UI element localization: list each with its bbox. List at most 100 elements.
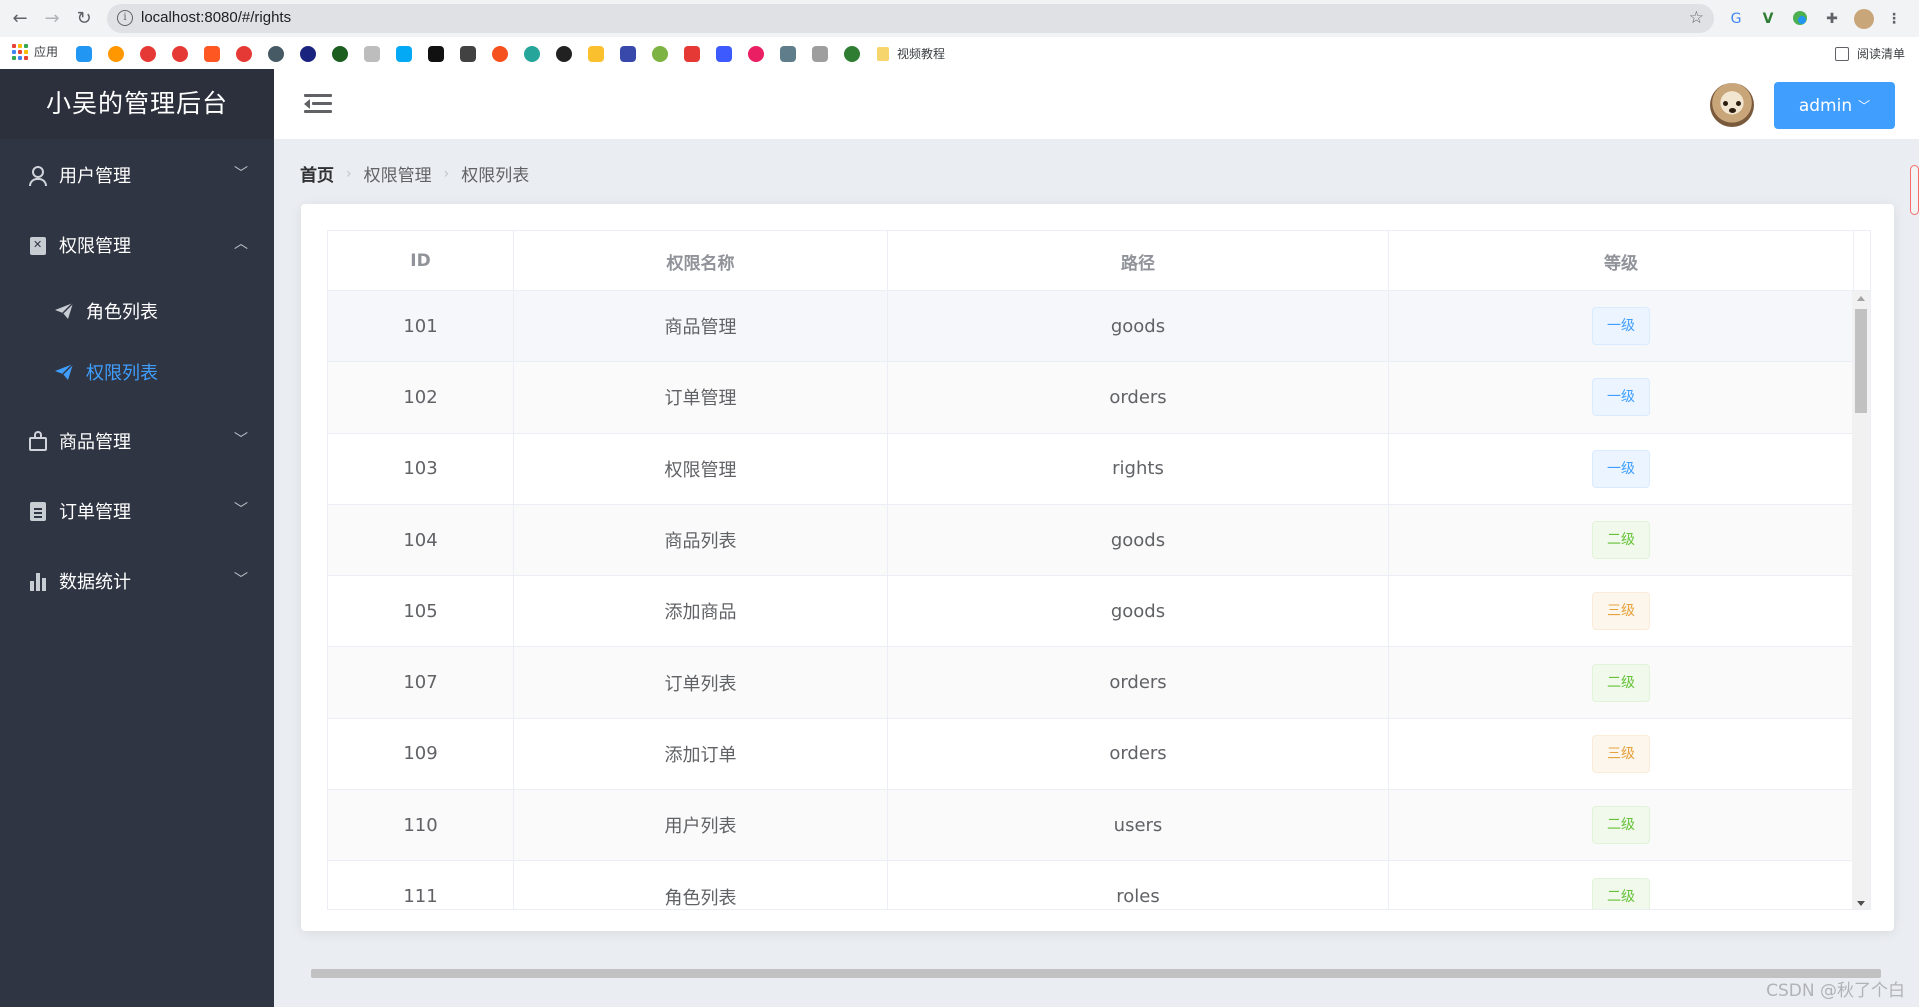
cell-level: 三级 — [1389, 576, 1854, 647]
horizontal-scrollbar[interactable] — [301, 966, 1894, 980]
breadcrumb-item: 权限管理 — [363, 166, 432, 186]
bookmark-icon[interactable] — [428, 46, 444, 62]
chevron-down-icon: ﹀ — [1858, 99, 1871, 113]
cell-name: 添加订单 — [514, 718, 888, 790]
cell-path: orders — [888, 362, 1389, 433]
site-info-icon[interactable]: i — [117, 10, 133, 26]
rights-card: ID 权限名称 路径 等级 101 商品管理 goods 一级 102 订单管理 order… — [301, 204, 1894, 931]
address-url[interactable]: localhost:8080/#/rights — [141, 9, 291, 26]
cell-path: roles — [888, 861, 1389, 909]
chevron-down-icon: ﹀ — [234, 572, 248, 588]
cell-path: orders — [888, 718, 1389, 790]
bookmark-icon[interactable] — [332, 46, 348, 62]
profile-avatar-icon[interactable] — [1854, 9, 1874, 29]
bookmark-icon[interactable] — [460, 46, 476, 62]
bookmark-icon[interactable] — [620, 46, 636, 62]
submenu-rights-list[interactable]: 权限列表 — [0, 344, 274, 400]
table-row[interactable]: 101 商品管理 goods 一级 — [328, 291, 1854, 363]
translate-extension-icon[interactable]: G — [1726, 9, 1746, 29]
apps-shortcut[interactable]: 应用 — [12, 43, 58, 60]
bookmark-icon[interactable] — [716, 46, 732, 62]
back-icon[interactable]: ← — [8, 7, 32, 31]
bookmark-icon[interactable] — [588, 46, 604, 62]
bookmark-icon[interactable] — [268, 46, 284, 62]
github-bookmark-icon[interactable] — [556, 46, 572, 62]
bookmark-icon[interactable] — [684, 46, 700, 62]
table-row[interactable]: 109 添加订单 orders 三级 — [328, 718, 1854, 791]
apps-label: 应用 — [34, 45, 59, 59]
bookmark-icon[interactable] — [172, 46, 188, 62]
menu-user-management[interactable]: 用户管理 ﹀ — [0, 147, 274, 203]
rights-table: ID 权限名称 路径 等级 101 商品管理 goods 一级 102 订单管理 order… — [327, 230, 1871, 910]
column-header-gutter — [1854, 231, 1870, 291]
scroll-up-arrow-icon[interactable] — [1857, 296, 1865, 301]
bookmark-icon[interactable] — [844, 46, 860, 62]
bookmark-icon[interactable] — [300, 46, 316, 62]
reading-list[interactable]: 阅读清单 — [1834, 45, 1905, 62]
table-row[interactable]: 110 用户列表 users 二级 — [328, 790, 1854, 862]
weibo-bookmark-icon[interactable] — [236, 46, 252, 62]
browser-menu-icon[interactable]: ⋮ — [1884, 9, 1904, 29]
forward-icon[interactable]: → — [40, 7, 64, 31]
watermark: CSDN @秋了个白 — [1766, 981, 1905, 1001]
breadcrumb-separator-icon: › — [346, 165, 352, 182]
scroll-down-arrow-icon[interactable] — [1857, 901, 1865, 906]
cell-path: goods — [888, 291, 1389, 362]
menu-order-management[interactable]: 订单管理 ﹀ — [0, 483, 274, 539]
table-row[interactable]: 103 权限管理 rights 一级 — [328, 433, 1854, 505]
table-row[interactable]: 107 订单列表 orders 二级 — [328, 647, 1854, 719]
breadcrumb-item: 权限列表 — [461, 166, 530, 186]
cell-id: 110 — [328, 790, 514, 861]
bookmark-icon[interactable] — [108, 46, 124, 62]
cell-level: 三级 — [1389, 718, 1854, 790]
collapse-menu-icon[interactable] — [304, 94, 332, 114]
reading-list-label: 阅读清单 — [1856, 47, 1905, 61]
page-scrollbar[interactable] — [1910, 165, 1919, 215]
chevron-down-icon: ﹀ — [234, 502, 248, 518]
home-bookmark-icon[interactable] — [364, 46, 380, 62]
table-vertical-scrollbar[interactable] — [1852, 291, 1870, 909]
globe-extension-icon[interactable] — [1790, 9, 1810, 29]
level-tag: 二级 — [1592, 806, 1650, 845]
bookmark-icon[interactable] — [524, 46, 540, 62]
bookmark-icon[interactable] — [748, 46, 764, 62]
extensions-puzzle-icon[interactable]: ✚ — [1822, 9, 1842, 29]
sidebar: 小吴的管理后台 用户管理 ﹀ 权限管理 ︿ 角色列表 权限列表 商品管理 ﹀ 订… — [0, 69, 274, 1007]
horizontal-scrollbar-thumb[interactable] — [311, 969, 1881, 978]
address-bar[interactable]: i localhost:8080/#/rights ☆ — [107, 4, 1714, 33]
vue-devtools-icon[interactable]: V — [1758, 9, 1778, 29]
bookmark-folder[interactable]: 视频教程 — [877, 45, 945, 62]
table-row[interactable]: 102 订单管理 orders 一级 — [328, 362, 1854, 434]
bookmark-icon[interactable] — [140, 46, 156, 62]
cell-path: users — [888, 790, 1389, 861]
document-icon — [29, 501, 47, 521]
cell-name: 商品管理 — [514, 291, 888, 362]
reload-icon[interactable]: ↻ — [72, 7, 96, 31]
bookmark-icon[interactable] — [812, 46, 828, 62]
user-avatar[interactable] — [1710, 83, 1754, 127]
bilibili-bookmark-icon[interactable] — [76, 46, 92, 62]
menu-goods-management[interactable]: 商品管理 ﹀ — [0, 413, 274, 469]
menu-label: 商品管理 — [59, 432, 131, 453]
cell-id: 101 — [328, 291, 514, 362]
csdn-bookmark-icon[interactable] — [204, 46, 220, 62]
level-tag: 二级 — [1592, 877, 1650, 909]
menu-statistics[interactable]: 数据统计 ﹀ — [0, 553, 274, 609]
scrollbar-thumb[interactable] — [1855, 309, 1867, 413]
submenu-role-list[interactable]: 角色列表 — [0, 283, 274, 339]
app-header: admin ﹀ — [274, 69, 1919, 139]
bookmark-icon[interactable] — [492, 46, 508, 62]
level-tag: 一级 — [1592, 449, 1650, 488]
bookmark-star-icon[interactable]: ☆ — [1689, 8, 1704, 28]
browser-chrome: ← → ↻ i localhost:8080/#/rights ☆ G V ✚ … — [0, 0, 1919, 69]
breadcrumb-home[interactable]: 首页 — [300, 161, 334, 186]
table-row[interactable]: 111 角色列表 roles 二级 — [328, 861, 1854, 909]
menu-rights-management[interactable]: 权限管理 ︿ — [0, 217, 274, 273]
table-row[interactable]: 105 添加商品 goods 三级 — [328, 576, 1854, 648]
bookmark-icon[interactable] — [780, 46, 796, 62]
level-tag: 一级 — [1592, 307, 1650, 346]
bookmark-icon[interactable] — [396, 46, 412, 62]
table-row[interactable]: 104 商品列表 goods 二级 — [328, 504, 1854, 577]
user-dropdown-button[interactable]: admin ﹀ — [1774, 82, 1895, 129]
bookmark-icon[interactable] — [652, 46, 668, 62]
